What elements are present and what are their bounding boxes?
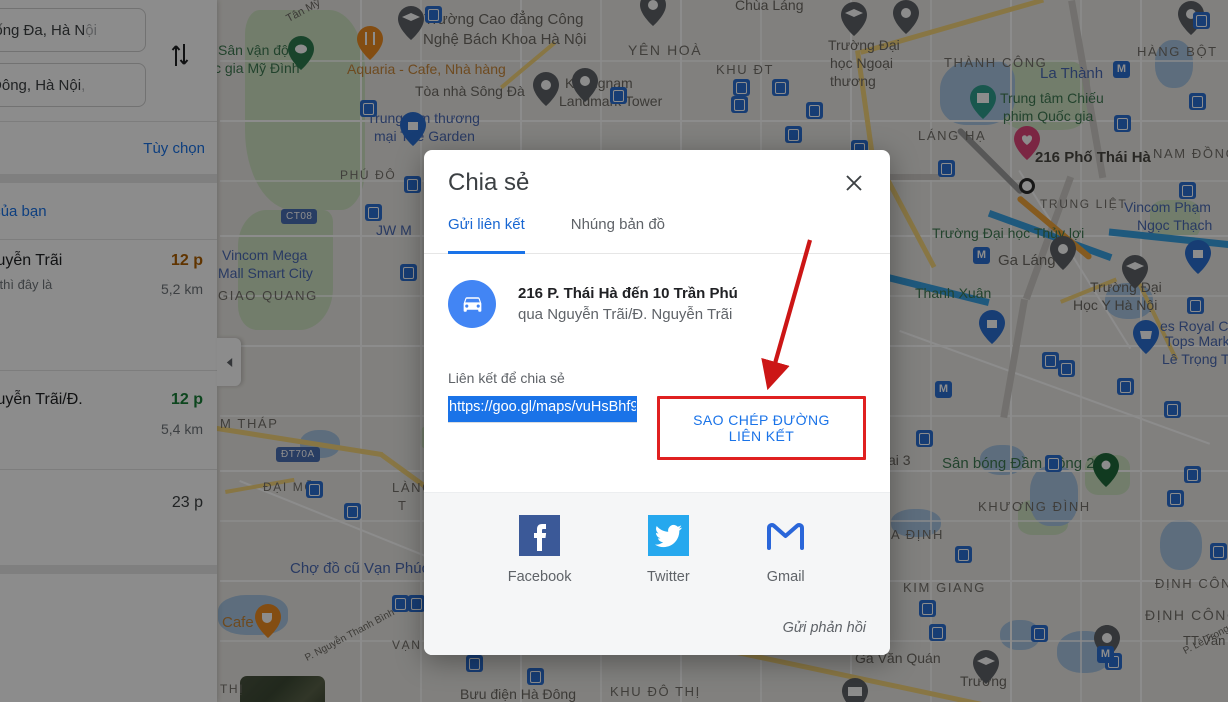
social-share-row: Facebook Twitter Gmail (424, 515, 890, 585)
gmail-icon (765, 515, 806, 556)
share-gmail-button[interactable]: Gmail (765, 515, 806, 585)
dialog-footer: Facebook Twitter Gmail Gửi phản hồi (424, 492, 890, 655)
tab-embed-map[interactable]: Nhúng bản đồ (571, 216, 665, 253)
share-twitter-button[interactable]: Twitter (647, 515, 690, 585)
link-label: Liên kết để chia sẻ (448, 370, 565, 386)
route-via-label: qua Nguyễn Trãi/Đ. Nguyễn Trãi (518, 306, 733, 323)
route-summary: 216 P. Thái Hà đến 10 Trần Phú qua Nguyễ… (448, 280, 866, 328)
link-row: SAO CHÉP ĐƯỜNG LIÊN KẾT (448, 396, 866, 460)
dialog-tabs[interactable]: Gửi liên kết Nhúng bản đồ (424, 216, 890, 254)
share-link-input[interactable] (448, 396, 637, 423)
send-feedback-link[interactable]: Gửi phản hồi (783, 620, 866, 636)
facebook-icon (519, 515, 561, 556)
dialog-header: Chia sẻ (424, 150, 890, 216)
car-icon (448, 280, 496, 328)
copy-link-button[interactable]: SAO CHÉP ĐƯỜNG LIÊN KẾT (657, 396, 866, 460)
dialog-title: Chia sẻ (448, 169, 530, 196)
gmail-label: Gmail (766, 569, 805, 585)
twitter-icon (647, 515, 689, 556)
close-icon[interactable] (838, 167, 870, 199)
twitter-label: Twitter (646, 569, 690, 585)
tab-send-link[interactable]: Gửi liên kết (448, 216, 525, 254)
route-main-title: 216 P. Thái Hà đến 10 Trần Phú (518, 285, 738, 302)
share-facebook-button[interactable]: Facebook (507, 515, 572, 585)
facebook-label: Facebook (507, 569, 572, 585)
dialog-body: 216 P. Thái Hà đến 10 Trần Phú qua Nguyễ… (424, 254, 890, 492)
route-text: 216 P. Thái Hà đến 10 Trần Phú qua Nguyễ… (518, 285, 738, 323)
share-dialog[interactable]: Chia sẻ Gửi liên kết Nhúng bản đồ 216 P.… (424, 150, 890, 655)
